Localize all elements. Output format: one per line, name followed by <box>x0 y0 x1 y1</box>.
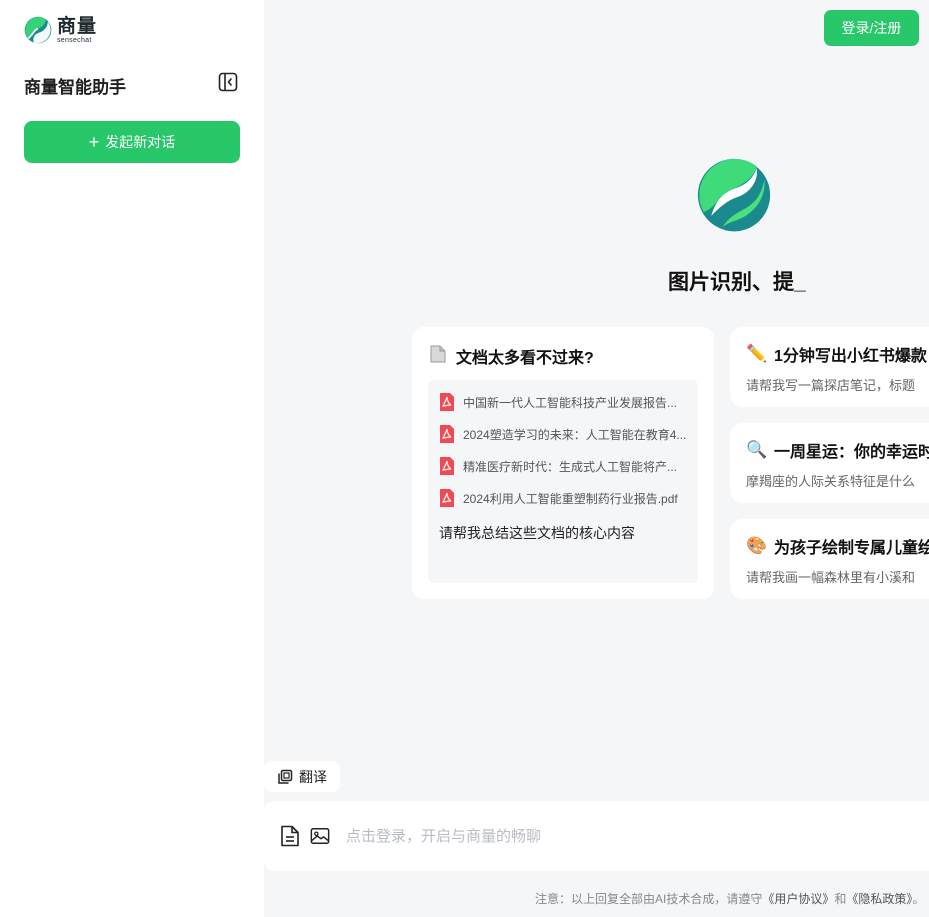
pdf-file-icon <box>440 489 454 507</box>
new-chat-button[interactable]: + 发起新对话 <box>24 121 240 163</box>
document-upload-icon[interactable] <box>280 825 300 847</box>
translate-label: 翻译 <box>299 768 327 785</box>
hero-title: 图片识别、提_ <box>668 271 806 294</box>
suggestion-card-drawing[interactable]: 🎨 为孩子绘制专属儿童绘 请帮我画一幅森林里有小溪和 <box>730 519 929 599</box>
pencil-icon: ✏️ <box>746 344 768 363</box>
file-name: 2024利用人工智能重塑制药行业报告.pdf <box>463 491 678 506</box>
document-list: 中国新一代人工智能科技产业发展报告... 2024塑造学习的未来：人工智能在教育… <box>428 380 698 583</box>
suggestion-card-xiaohongshu[interactable]: ✏️ 1分钟写出小红书爆款 请帮我写一篇探店笔记，标题 <box>730 327 929 407</box>
card-title-text: 一周星运：你的幸运时 <box>774 444 929 461</box>
pdf-file-icon <box>440 457 454 475</box>
card-desc: 请帮我画一幅森林里有小溪和 <box>746 570 916 585</box>
brand-logo[interactable]: 商量 sensechat <box>24 16 97 44</box>
file-name: 精准医疗新时代：生成式人工智能将产... <box>463 459 678 474</box>
card-title: 🎨 为孩子绘制专属儿童绘 <box>746 534 929 558</box>
file-name: 2024塑造学习的未来：人工智能在教育4... <box>463 427 687 442</box>
brand-name-cn: 商量 <box>57 15 98 37</box>
card-title: 🔍 一周星运：你的幸运时 <box>746 438 929 462</box>
translate-icon <box>278 769 293 784</box>
file-item[interactable]: 中国新一代人工智能科技产业发展报告... <box>439 391 691 413</box>
translate-button[interactable]: 翻译 <box>264 761 340 792</box>
sidebar-title: 商量智能助手 <box>24 78 126 97</box>
page-icon <box>428 345 448 368</box>
card-title-text: 为孩子绘制专属儿童绘 <box>774 540 929 557</box>
disclaimer-suffix: 。 <box>912 892 925 906</box>
card-prompt: 请帮我总结这些文档的核心内容 <box>439 525 635 541</box>
sidebar-collapse-icon[interactable] <box>218 72 238 92</box>
chat-input[interactable] <box>346 823 886 849</box>
card-title: ✏️ 1分钟写出小红书爆款 <box>746 342 927 366</box>
palette-icon: 🎨 <box>746 536 768 555</box>
card-desc: 摩羯座的人际关系特征是什么 <box>746 474 916 489</box>
user-agreement-link[interactable]: 《用户协议》 <box>762 892 834 906</box>
card-title-text: 1分钟写出小红书爆款 <box>774 348 927 365</box>
plus-icon: + <box>88 132 100 152</box>
pdf-file-icon <box>440 425 454 443</box>
file-item[interactable]: 2024塑造学习的未来：人工智能在教育4... <box>439 423 691 445</box>
sidebar: 商量 sensechat 商量智能助手 + 发起新对话 <box>0 0 264 917</box>
file-item[interactable]: 2024利用人工智能重塑制药行业报告.pdf <box>439 487 691 509</box>
card-title: 文档太多看不过来? <box>428 344 594 368</box>
disclaimer-prefix: 注意：以上回复全部由AI技术合成，请遵守 <box>535 892 763 906</box>
file-item[interactable]: 精准医疗新时代：生成式人工智能将产... <box>439 455 691 477</box>
magnifier-icon: 🔍 <box>746 440 768 459</box>
chat-input-bar <box>264 801 929 871</box>
sensechat-logo-icon <box>24 16 52 44</box>
pdf-file-icon <box>440 393 454 411</box>
privacy-policy-link[interactable]: 《隐私政策》 <box>846 892 912 906</box>
suggestion-card-horoscope[interactable]: 🔍 一周星运：你的幸运时 摩羯座的人际关系特征是什么 <box>730 423 929 503</box>
new-chat-label: 发起新对话 <box>105 134 176 150</box>
footer-disclaimer: 注意：以上回复全部由AI技术合成，请遵守《用户协议》和《隐私政策》。 <box>535 890 924 907</box>
brand-name-en: sensechat <box>57 36 92 44</box>
file-name: 中国新一代人工智能科技产业发展报告... <box>463 395 678 410</box>
card-desc: 请帮我写一篇探店笔记，标题 <box>746 378 916 393</box>
login-register-button[interactable]: 登录/注册 <box>824 10 919 46</box>
suggestion-card-documents[interactable]: 文档太多看不过来? 中国新一代人工智能科技产业发展报告... 2024塑造学习的… <box>412 327 714 599</box>
hero-logo-icon <box>697 158 771 232</box>
card-title-text: 文档太多看不过来? <box>456 350 594 367</box>
image-upload-icon[interactable] <box>310 825 330 847</box>
disclaimer-and: 和 <box>834 892 847 906</box>
